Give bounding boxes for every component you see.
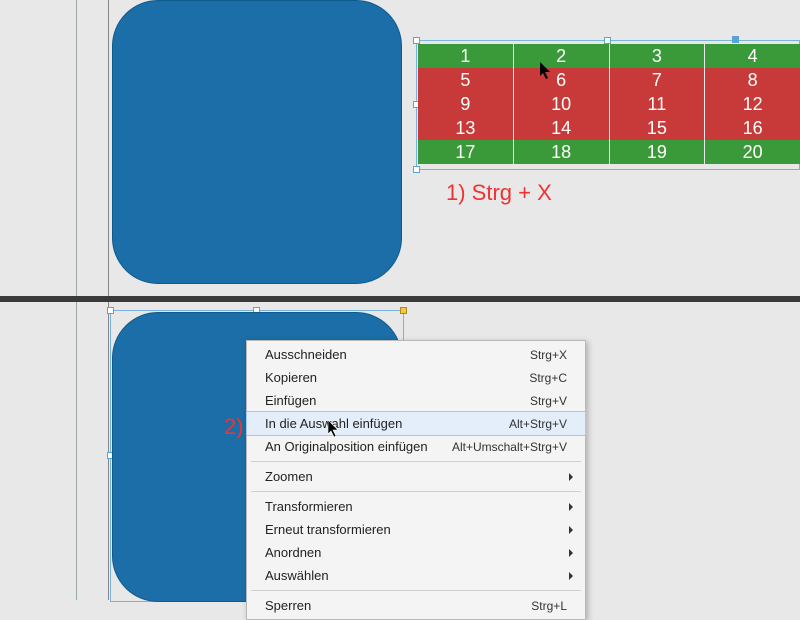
table-cell: 7 [610, 68, 706, 92]
table-cell: 12 [705, 92, 800, 116]
table-cell: 15 [610, 116, 706, 140]
table-cell: 20 [705, 140, 800, 164]
ctx-item-transform-again[interactable]: Erneut transformieren [247, 518, 585, 541]
ctx-item-shortcut: Strg+X [530, 348, 567, 362]
table-cell: 1 [418, 44, 514, 68]
table-cell: 4 [705, 44, 800, 68]
ctx-item-label: Ausschneiden [265, 347, 347, 362]
ctx-item-shortcut: Alt+Strg+V [509, 417, 567, 431]
separator [251, 491, 581, 492]
table-row: 1 2 3 4 [418, 44, 800, 68]
table-cell: 8 [705, 68, 800, 92]
table-cell: 9 [418, 92, 514, 116]
ctx-item-label: Einfügen [265, 393, 316, 408]
ctx-item-zoom[interactable]: Zoomen [247, 465, 585, 488]
ctx-item-shortcut: Strg+L [531, 599, 567, 613]
ctx-item-label: Auswählen [265, 568, 329, 583]
separator [251, 461, 581, 462]
frame-edge [108, 302, 109, 600]
table-row: 17 18 19 20 [418, 140, 800, 164]
ctx-item-label: Erneut transformieren [265, 522, 391, 537]
handle-icon[interactable] [107, 307, 114, 314]
table-cell: 2 [514, 44, 610, 68]
ctx-item-copy[interactable]: Kopieren Strg+C [247, 366, 585, 389]
ctx-item-label: Anordnen [265, 545, 321, 560]
table-cell: 16 [705, 116, 800, 140]
guide-vertical [76, 302, 77, 600]
ctx-item-label: Transformieren [265, 499, 353, 514]
ctx-item-label: Sperren [265, 598, 311, 613]
table-row: 13 14 15 16 [418, 116, 800, 140]
table-cell: 13 [418, 116, 514, 140]
corner-radius-handle-icon[interactable] [400, 307, 407, 314]
anchor-point-icon [732, 36, 739, 43]
ctx-item-shortcut: Alt+Umschalt+Strg+V [452, 440, 567, 454]
ctx-item-lock[interactable]: Sperren Strg+L [247, 594, 585, 617]
table-cell: 3 [610, 44, 706, 68]
context-menu: Ausschneiden Strg+X Kopieren Strg+C Einf… [246, 340, 586, 620]
table-cell: 6 [514, 68, 610, 92]
rounded-rectangle-shape[interactable] [112, 0, 402, 284]
table-row: 5 6 7 8 [418, 68, 800, 92]
ctx-item-paste[interactable]: Einfügen Strg+V [247, 389, 585, 412]
ctx-item-shortcut: Strg+V [530, 394, 567, 408]
number-table[interactable]: 1 2 3 4 5 6 7 8 9 10 11 12 13 14 15 16 1… [418, 44, 800, 164]
ctx-item-label: In die Auswahl einfügen [265, 416, 402, 431]
ctx-item-label: An Originalposition einfügen [265, 439, 428, 454]
handle-icon[interactable] [413, 37, 420, 44]
table-cell: 17 [418, 140, 514, 164]
handle-icon[interactable] [604, 37, 611, 44]
annotation-label: 2) [224, 414, 244, 440]
ctx-item-transform[interactable]: Transformieren [247, 495, 585, 518]
ctx-item-shortcut: Strg+C [529, 371, 567, 385]
annotation-label: 1) Strg + X [446, 180, 552, 206]
ctx-item-paste-into[interactable]: In die Auswahl einfügen Alt+Strg+V [247, 412, 585, 435]
table-cell: 5 [418, 68, 514, 92]
ctx-item-cut[interactable]: Ausschneiden Strg+X [247, 343, 585, 366]
panel-top: 1 2 3 4 5 6 7 8 9 10 11 12 13 14 15 16 1… [0, 0, 800, 296]
frame-edge [108, 0, 109, 296]
table-cell: 14 [514, 116, 610, 140]
guide-vertical [76, 0, 77, 296]
ctx-item-label: Zoomen [265, 469, 313, 484]
table-cell: 11 [610, 92, 706, 116]
table-cell: 19 [610, 140, 706, 164]
table-cell: 10 [514, 92, 610, 116]
ctx-item-label: Kopieren [265, 370, 317, 385]
ctx-item-paste-in-place[interactable]: An Originalposition einfügen Alt+Umschal… [247, 435, 585, 458]
separator [251, 590, 581, 591]
ctx-item-arrange[interactable]: Anordnen [247, 541, 585, 564]
table-cell: 18 [514, 140, 610, 164]
handle-icon[interactable] [413, 166, 420, 173]
ctx-item-select[interactable]: Auswählen [247, 564, 585, 587]
panel-bottom: 2) Ausschneiden Strg+X Kopieren Strg+C E… [0, 302, 800, 600]
table-row: 9 10 11 12 [418, 92, 800, 116]
